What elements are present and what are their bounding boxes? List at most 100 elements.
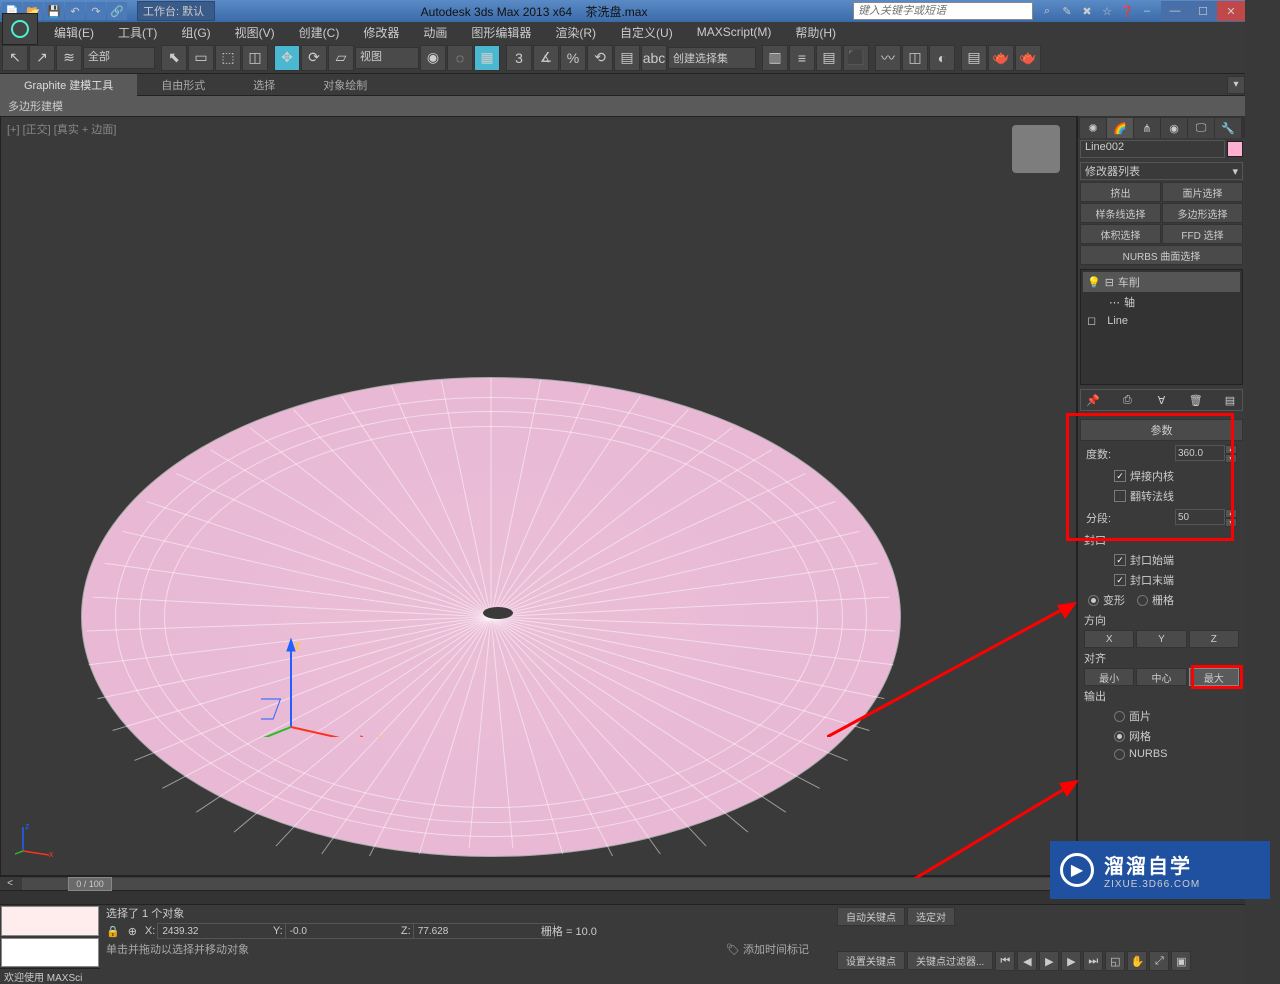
dir-y-button[interactable]: Y	[1136, 630, 1186, 648]
preset-extrude[interactable]: 挤出	[1080, 182, 1161, 202]
preset-splinesel[interactable]: 样条线选择	[1080, 203, 1161, 223]
named-selset-icon[interactable]: abc	[641, 45, 667, 71]
dir-z-button[interactable]: Z	[1189, 630, 1239, 648]
align-max-button[interactable]: 最大	[1189, 668, 1239, 686]
set-key-button[interactable]: 设置关键点	[837, 951, 905, 970]
maximize-button[interactable]: ☐	[1189, 1, 1217, 21]
tab-freeform[interactable]: 自由形式	[137, 74, 229, 96]
modifier-stack[interactable]: 💡 ⊟ 车削 ⋯ 轴 ◻ Line	[1080, 269, 1243, 385]
menu-create[interactable]: 创建(C)	[287, 22, 352, 43]
spin-up-icon[interactable]: ▴	[1225, 445, 1237, 454]
align-center-button[interactable]: 中心	[1136, 668, 1186, 686]
more-icon[interactable]: –	[1139, 3, 1155, 19]
move-icon[interactable]: ✥	[274, 45, 300, 71]
link-icon[interactable]: 🔗	[107, 2, 127, 20]
hierarchy-tab-icon[interactable]: ⋔	[1134, 118, 1160, 138]
goto-start-icon[interactable]: ⏮	[995, 951, 1015, 971]
infocenter-icon-2[interactable]: ✎	[1059, 3, 1075, 19]
coords-mode-icon[interactable]: ⊕	[128, 925, 137, 938]
minimize-button[interactable]: —	[1161, 1, 1189, 21]
selection-set-input[interactable]	[668, 47, 756, 69]
curve-editor-icon[interactable]: 〰	[875, 45, 901, 71]
preset-ffdsel[interactable]: FFD 选择	[1162, 224, 1243, 244]
undo-icon[interactable]: ↶	[65, 2, 85, 20]
viewport[interactable]: [+] [正交] [真实 + 边面] z	[0, 116, 1077, 876]
ribbon-panel[interactable]: 多边形建模	[0, 96, 1245, 116]
spin-down-icon[interactable]: ▾	[1225, 518, 1237, 527]
menu-grapheditors[interactable]: 图形编辑器	[459, 22, 543, 43]
menu-group[interactable]: 组(G)	[169, 22, 222, 43]
play-icon[interactable]: ▶	[1039, 951, 1059, 971]
dir-x-button[interactable]: X	[1084, 630, 1134, 648]
utilities-tab-icon[interactable]: 🔧	[1215, 118, 1241, 138]
menu-maxscript[interactable]: MAXScript(M)	[685, 23, 784, 41]
manipulate-icon[interactable]: ◌	[447, 45, 473, 71]
bulb-icon[interactable]: 💡	[1087, 276, 1101, 289]
stack-line[interactable]: ◻ Line	[1083, 312, 1240, 329]
viewcube[interactable]	[1012, 125, 1060, 173]
time-slider-handle[interactable]: 0 / 100	[68, 877, 112, 891]
goto-end-icon[interactable]: ⏭	[1083, 951, 1103, 971]
select-link-icon[interactable]: ↖	[2, 45, 28, 71]
select-name-icon[interactable]: ▭	[188, 45, 214, 71]
menu-help[interactable]: 帮助(H)	[783, 22, 848, 43]
stack-axis[interactable]: ⋯ 轴	[1083, 292, 1240, 312]
workspace-dropdown[interactable]: 工作台: 默认	[137, 1, 215, 21]
preset-nurbssel[interactable]: NURBS 曲面选择	[1080, 245, 1243, 265]
zoom-extents-icon[interactable]: ⤢	[1149, 951, 1169, 971]
search-input[interactable]	[853, 2, 1033, 20]
motion-tab-icon[interactable]: ◉	[1161, 118, 1187, 138]
modifier-list-dropdown[interactable]: 修改器列表▾	[1080, 162, 1243, 180]
pin-stack-icon[interactable]: 📌	[1085, 392, 1101, 408]
scale-icon[interactable]: ▱	[328, 45, 354, 71]
spinner-snap-icon[interactable]: ⟲	[587, 45, 613, 71]
pan-icon[interactable]: ✋	[1127, 951, 1147, 971]
align-min-button[interactable]: 最小	[1084, 668, 1134, 686]
pivot-icon[interactable]: ◉	[420, 45, 446, 71]
app-menu-button[interactable]	[2, 13, 38, 45]
ribbon-expand-icon[interactable]: ▾	[1227, 76, 1245, 94]
menu-animation[interactable]: 动画	[411, 22, 459, 43]
params-rollout[interactable]: 参数	[1080, 419, 1243, 441]
tab-objectpaint[interactable]: 对象绘制	[299, 74, 391, 96]
preset-polysel[interactable]: 多边形选择	[1162, 203, 1243, 223]
cap-end-checkbox[interactable]	[1114, 574, 1126, 586]
close-button[interactable]: ✕	[1217, 1, 1245, 21]
configure-sets-icon[interactable]: ▤	[1222, 392, 1238, 408]
menu-customize[interactable]: 自定义(U)	[608, 22, 685, 43]
schematic-icon[interactable]: ▤	[614, 45, 640, 71]
unlink-icon[interactable]: ↗	[29, 45, 55, 71]
out-mesh-radio[interactable]	[1114, 731, 1125, 742]
select-icon[interactable]: ⬉	[161, 45, 187, 71]
coord-z-input[interactable]	[413, 923, 555, 939]
angle-snap-icon[interactable]: ∡	[533, 45, 559, 71]
layers-icon[interactable]: ▤	[816, 45, 842, 71]
snap-icon[interactable]: 3	[506, 45, 532, 71]
render-icon[interactable]: 🫖	[1015, 45, 1041, 71]
cap-start-checkbox[interactable]	[1114, 554, 1126, 566]
spin-up-icon[interactable]: ▴	[1225, 509, 1237, 518]
preset-volsel[interactable]: 体积选择	[1080, 224, 1161, 244]
maxscript-mini-listener[interactable]	[1, 906, 99, 936]
menu-rendering[interactable]: 渲染(R)	[543, 22, 608, 43]
lathe-object[interactable]	[81, 377, 901, 857]
next-frame-icon[interactable]: ▶	[1061, 951, 1081, 971]
make-unique-icon[interactable]: ∀	[1154, 392, 1170, 408]
key-filter-button[interactable]: 关键点过滤器...	[907, 951, 993, 970]
display-tab-icon[interactable]: 🖵	[1188, 118, 1214, 138]
tab-graphite[interactable]: Graphite 建模工具	[0, 74, 137, 96]
schematic-view-icon[interactable]: ◫	[902, 45, 928, 71]
preset-facesel[interactable]: 面片选择	[1162, 182, 1243, 202]
nav-mode-icon[interactable]: ◱	[1105, 951, 1125, 971]
mirror-icon[interactable]: ▥	[762, 45, 788, 71]
time-tag-button[interactable]: 🏷 添加时间标记	[726, 941, 809, 957]
material-editor-icon[interactable]: ◐	[929, 45, 955, 71]
out-nurbs-radio[interactable]	[1114, 749, 1125, 760]
spin-down-icon[interactable]: ▾	[1225, 454, 1237, 463]
prev-frame-icon[interactable]: ◀	[1017, 951, 1037, 971]
exchange-icon[interactable]: ✖	[1079, 3, 1095, 19]
object-color-swatch[interactable]	[1227, 141, 1243, 157]
refcoord-dropdown[interactable]: 视图	[355, 47, 419, 69]
remove-modifier-icon[interactable]: 🗑	[1188, 392, 1204, 408]
keymode-icon[interactable]: ▦	[474, 45, 500, 71]
